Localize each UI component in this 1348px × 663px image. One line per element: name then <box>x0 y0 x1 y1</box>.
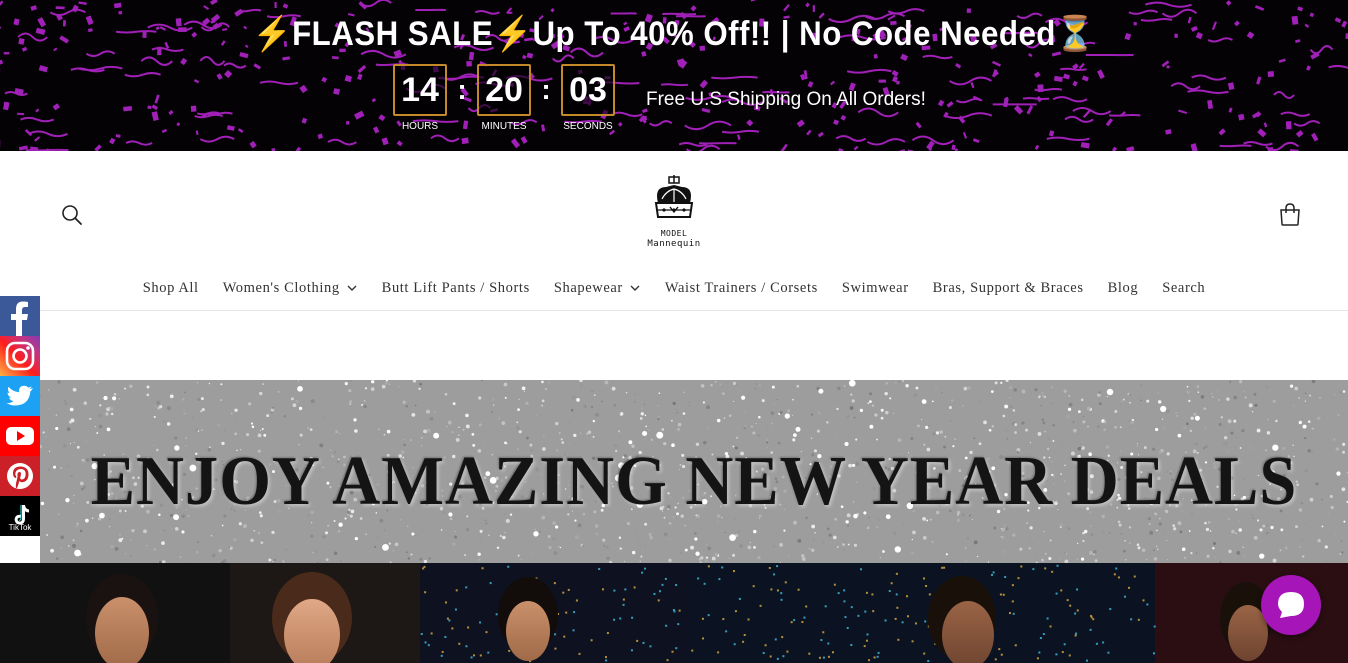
seconds-value: 03 <box>561 64 615 116</box>
countdown-minutes: 20 MINUTES <box>476 64 532 132</box>
nav-item-bras-support-braces[interactable]: Bras, Support & Braces <box>921 277 1096 299</box>
minutes-value: 20 <box>477 64 531 116</box>
pinterest-icon <box>7 463 33 489</box>
tiktok-link[interactable]: TikTok <box>0 496 40 536</box>
nav-item-swimwear[interactable]: Swimwear <box>830 277 921 299</box>
page: ⚡FLASH SALE⚡Up To 40% Off!! | No Code Ne… <box>0 0 1348 663</box>
header-cart-button[interactable] <box>1276 201 1304 229</box>
countdown-timer: 14 HOURS : 20 MINUTES : 03 SECONDS <box>392 64 616 144</box>
twitter-link[interactable] <box>0 376 40 416</box>
hourglass-icon: ⏳ <box>1055 15 1096 53</box>
header-search-button[interactable] <box>58 201 86 229</box>
search-icon <box>62 205 82 225</box>
youtube-icon <box>6 427 34 445</box>
countdown-separator: : <box>457 74 467 105</box>
store-logo[interactable]: MODEL Mannequin <box>640 175 708 255</box>
cart-icon <box>1280 203 1300 226</box>
nav-item-shop-all[interactable]: Shop All <box>131 277 211 299</box>
banner-heading: ENJOY AMAZING NEW YEAR DEALS <box>90 443 1298 520</box>
nav-item-blog[interactable]: Blog <box>1096 277 1151 299</box>
countdown-seconds: 03 SECONDS <box>560 64 616 132</box>
nav-item-women-s-clothing[interactable]: Women's Clothing <box>211 277 370 299</box>
nav-item-label: Search <box>1162 279 1206 296</box>
new-year-banner[interactable]: ENJOY AMAZING NEW YEAR DEALS <box>40 380 1348 563</box>
social-sidebar: TikTok <box>0 296 40 536</box>
nav-item-label: Shop All <box>142 279 199 296</box>
flash-sale-label: FLASH SALE <box>292 15 494 53</box>
logo-text-line1: MODEL <box>660 229 688 238</box>
crown-icon <box>654 175 694 218</box>
lightning-icon: ⚡ <box>252 15 293 53</box>
twitter-icon <box>6 385 33 406</box>
model-photo-collage <box>0 563 1348 663</box>
instagram-link[interactable] <box>0 336 40 376</box>
site-header: MODEL Mannequin Shop All Women's Clothing… <box>0 151 1348 311</box>
lightning-icon: ⚡ <box>493 15 533 53</box>
minutes-label: MINUTES <box>481 121 527 132</box>
instagram-icon <box>5 341 35 371</box>
main-navigation: Shop All Women's Clothing Butt Lift Pants … <box>0 277 1348 299</box>
nav-item-label: Bras, Support & Braces <box>932 279 1084 296</box>
hours-value: 14 <box>393 64 447 116</box>
countdown-separator: : <box>541 74 551 105</box>
nav-item-label: Blog <box>1107 279 1139 296</box>
model-photo-strip[interactable] <box>0 563 1348 663</box>
nav-item-waist-trainers-corsets[interactable]: Waist Trainers / Corsets <box>653 277 830 299</box>
chevron-down-icon <box>347 285 357 291</box>
chat-bubble-icon <box>1278 592 1304 618</box>
nav-item-butt-lift-pants-shorts[interactable]: Butt Lift Pants / Shorts <box>370 277 542 299</box>
logo-text-line2: Mannequin <box>647 239 701 249</box>
nav-item-shapewear[interactable]: Shapewear <box>542 277 653 299</box>
nav-item-label: Butt Lift Pants / Shorts <box>381 279 530 296</box>
chat-widget-button[interactable] <box>1261 575 1321 635</box>
tiktok-label: TikTok <box>8 522 32 532</box>
facebook-link[interactable] <box>0 296 40 336</box>
youtube-link[interactable] <box>0 416 40 456</box>
flash-sale-heading: ⚡FLASH SALE⚡Up To 40% Off!! | No Code Ne… <box>54 14 1294 54</box>
facebook-icon <box>11 301 28 336</box>
chevron-down-icon <box>630 285 640 291</box>
seconds-label: SECONDS <box>563 121 613 132</box>
nav-item-label: Swimwear <box>841 279 909 296</box>
pinterest-link[interactable] <box>0 456 40 496</box>
nav-item-label: Women's Clothing <box>222 279 340 296</box>
nav-item-label: Waist Trainers / Corsets <box>664 279 818 296</box>
free-shipping-text: Free U.S Shipping On All Orders! <box>646 89 926 110</box>
nav-item-label: Shapewear <box>553 279 623 296</box>
promo-bar: ⚡FLASH SALE⚡Up To 40% Off!! | No Code Ne… <box>0 0 1348 151</box>
nav-item-search[interactable]: Search <box>1150 277 1217 299</box>
hours-label: HOURS <box>401 121 439 132</box>
countdown-hours: 14 HOURS <box>392 64 448 132</box>
discount-label: Up To 40% Off!! | No Code Needed <box>532 15 1056 53</box>
